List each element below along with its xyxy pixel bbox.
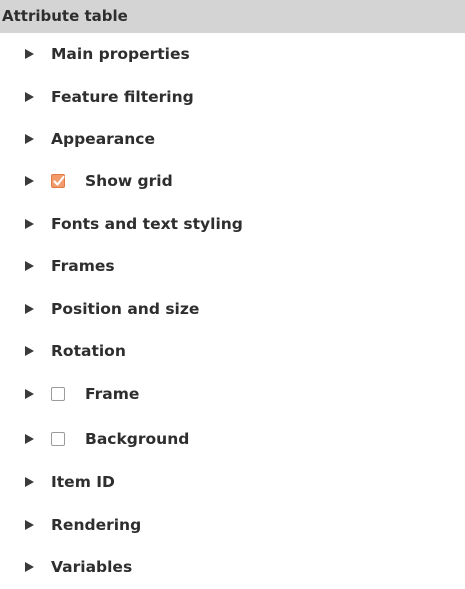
group-label: Background bbox=[85, 429, 190, 448]
group-label: Frames bbox=[51, 257, 115, 276]
group-rendering[interactable]: Rendering bbox=[0, 504, 465, 546]
expand-arrow-icon[interactable] bbox=[25, 345, 34, 356]
group-label: Rendering bbox=[51, 515, 142, 534]
group-label: Show grid bbox=[85, 172, 173, 191]
expand-arrow-icon[interactable] bbox=[25, 433, 34, 444]
group-label: Main properties bbox=[51, 45, 190, 64]
expand-arrow-icon[interactable] bbox=[25, 389, 34, 400]
expand-arrow-icon[interactable] bbox=[25, 176, 34, 187]
group-label: Rotation bbox=[51, 341, 126, 360]
group-label: Variables bbox=[51, 558, 133, 577]
expand-arrow-icon[interactable] bbox=[25, 477, 34, 488]
group-label: Frame bbox=[85, 385, 140, 404]
checkmark-icon bbox=[53, 176, 65, 186]
group-label: Item ID bbox=[51, 473, 115, 492]
frame-checkbox[interactable] bbox=[51, 387, 65, 402]
expand-arrow-icon[interactable] bbox=[25, 261, 34, 272]
group-show-grid[interactable]: Show grid bbox=[0, 160, 465, 202]
group-label: Feature filtering bbox=[51, 87, 194, 106]
expand-arrow-icon[interactable] bbox=[25, 519, 34, 530]
expand-arrow-icon[interactable] bbox=[25, 49, 34, 60]
group-main-properties[interactable]: Main properties bbox=[0, 33, 465, 75]
show-grid-checkbox[interactable] bbox=[51, 174, 65, 189]
group-frame[interactable]: Frame bbox=[0, 372, 465, 417]
group-background[interactable]: Background bbox=[0, 417, 465, 462]
group-frames[interactable]: Frames bbox=[0, 245, 465, 287]
group-fonts-and-text-styling[interactable]: Fonts and text styling bbox=[0, 203, 465, 245]
expand-arrow-icon[interactable] bbox=[25, 562, 34, 573]
expand-arrow-icon[interactable] bbox=[25, 133, 34, 144]
group-feature-filtering[interactable]: Feature filtering bbox=[0, 75, 465, 117]
group-rotation[interactable]: Rotation bbox=[0, 330, 465, 372]
group-label: Position and size bbox=[51, 299, 200, 318]
background-checkbox[interactable] bbox=[51, 431, 65, 446]
group-item-id[interactable]: Item ID bbox=[0, 461, 465, 503]
group-appearance[interactable]: Appearance bbox=[0, 118, 465, 160]
group-label: Fonts and text styling bbox=[51, 214, 243, 233]
attribute-table-panel: Attribute table Main properties Feature … bbox=[0, 0, 465, 589]
expand-arrow-icon[interactable] bbox=[25, 91, 34, 102]
group-label: Appearance bbox=[51, 129, 155, 148]
property-group-list: Main properties Feature filtering Appear… bbox=[0, 33, 465, 588]
group-position-and-size[interactable]: Position and size bbox=[0, 287, 465, 329]
panel-title: Attribute table bbox=[0, 0, 465, 33]
expand-arrow-icon[interactable] bbox=[25, 303, 34, 314]
expand-arrow-icon[interactable] bbox=[25, 218, 34, 229]
group-variables[interactable]: Variables bbox=[0, 546, 465, 588]
